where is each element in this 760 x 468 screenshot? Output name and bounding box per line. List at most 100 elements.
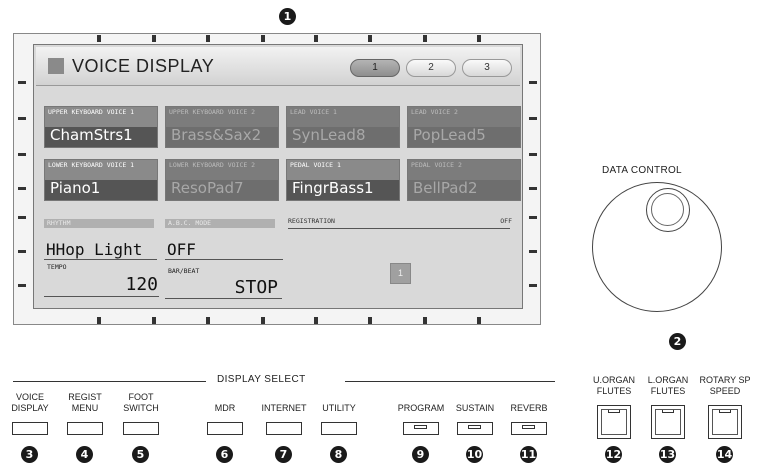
screen-title: VOICE DISPLAY xyxy=(72,56,215,76)
reverb-label: REVERB xyxy=(510,403,548,413)
voice-header: LEAD VOICE 1 xyxy=(287,107,399,127)
voice-name: ChamStrs1 xyxy=(50,126,133,144)
voice-pedal-1[interactable]: PEDAL VOICE 1 FingrBass1 xyxy=(286,159,400,201)
callout-reverb: 11 xyxy=(520,446,537,463)
registration-underline xyxy=(288,228,510,229)
frame-tick xyxy=(314,35,318,42)
bar-beat-value[interactable]: STOP xyxy=(204,277,278,298)
dial-finger-grip-icon[interactable] xyxy=(646,188,690,232)
frame-tick xyxy=(18,284,26,287)
reverb-button[interactable] xyxy=(511,422,547,435)
frame-tick xyxy=(152,317,156,324)
mdr-button[interactable] xyxy=(207,422,243,435)
voice-name: SynLead8 xyxy=(292,126,366,144)
page-tab-3[interactable]: 3 xyxy=(462,59,512,77)
frame-tick xyxy=(18,117,26,120)
lcd-screen: VOICE DISPLAY 1 2 3 UPPER KEYBOARD VOICE… xyxy=(33,44,523,309)
frame-tick xyxy=(18,153,26,156)
page-tab-1[interactable]: 1 xyxy=(350,59,400,77)
tempo-underline xyxy=(44,296,159,297)
frame-tick xyxy=(18,250,26,253)
frame-tick xyxy=(261,35,265,42)
frame-tick xyxy=(368,317,372,324)
abc-mode-label: A.B.C. MODE xyxy=(165,219,275,228)
voice-name: Brass&Sax2 xyxy=(171,126,262,144)
display-select-rule-right xyxy=(345,381,555,382)
regist-menu-button[interactable] xyxy=(67,422,103,435)
callout-l-organ-flutes: 13 xyxy=(659,446,676,463)
voice-header: UPPER KEYBOARD VOICE 2 xyxy=(166,107,278,127)
screen-titlebar: VOICE DISPLAY 1 2 3 xyxy=(36,47,520,86)
lamp-indicator-icon xyxy=(522,425,535,429)
voice-name: FingrBass1 xyxy=(292,179,374,197)
registration-value[interactable]: OFF xyxy=(500,217,512,225)
voice-display-button[interactable] xyxy=(12,422,48,435)
voice-lower-1[interactable]: LOWER KEYBOARD VOICE 1 Piano1 xyxy=(44,159,158,201)
voice-header: LEAD VOICE 2 xyxy=(408,107,520,127)
foot-switch-label: FOOT SWITCH xyxy=(123,392,159,413)
page-tab-2[interactable]: 2 xyxy=(406,59,456,77)
callout-data-control: 2 xyxy=(669,333,686,350)
bar-beat-underline xyxy=(165,298,282,299)
frame-tick xyxy=(261,317,265,324)
data-control-label: DATA CONTROL xyxy=(602,165,682,176)
frame-tick xyxy=(152,35,156,42)
voice-pedal-2[interactable]: PEDAL VOICE 2 BellPad2 xyxy=(407,159,521,201)
tempo-label: TEMPO xyxy=(47,263,67,271)
voice-header: PEDAL VOICE 1 xyxy=(287,160,399,180)
display-select-label: DISPLAY SELECT xyxy=(217,374,306,385)
frame-tick xyxy=(529,153,537,156)
frame-tick xyxy=(529,284,537,287)
lamp-indicator-icon xyxy=(662,409,674,413)
rhythm-label: RHYTHM xyxy=(44,219,154,228)
voice-name: BellPad2 xyxy=(413,179,478,197)
utility-button[interactable] xyxy=(321,422,357,435)
voice-name: ResoPad7 xyxy=(171,179,244,197)
frame-tick xyxy=(477,317,481,324)
rhythm-value[interactable]: HHop Light xyxy=(46,240,142,259)
u-organ-flutes-button[interactable] xyxy=(597,405,631,439)
callout-regist-menu: 4 xyxy=(76,446,93,463)
frame-tick xyxy=(529,117,537,120)
frame-tick xyxy=(18,216,26,219)
rhythm-underline xyxy=(44,259,157,260)
frame-tick xyxy=(206,35,210,42)
callout-mdr: 6 xyxy=(216,446,233,463)
tempo-value[interactable]: 120 xyxy=(94,274,158,295)
bar-beat-label: BAR/BEAT xyxy=(168,267,200,275)
abc-mode-value[interactable]: OFF xyxy=(167,240,196,259)
frame-tick xyxy=(529,250,537,253)
sustain-button[interactable] xyxy=(457,422,493,435)
foot-switch-button[interactable] xyxy=(123,422,159,435)
voice-lead-1[interactable]: LEAD VOICE 1 SynLead8 xyxy=(286,106,400,148)
voice-header: LOWER KEYBOARD VOICE 1 xyxy=(45,160,157,180)
frame-tick xyxy=(206,317,210,324)
callout-display: 1 xyxy=(279,8,296,25)
program-button[interactable] xyxy=(403,422,439,435)
voice-lower-2[interactable]: LOWER KEYBOARD VOICE 2 ResoPad7 xyxy=(165,159,279,201)
registration-label: REGISTRATION xyxy=(288,217,335,225)
rotary-sp-speed-button[interactable] xyxy=(708,405,742,439)
voice-name: PopLead5 xyxy=(413,126,486,144)
frame-tick xyxy=(97,317,101,324)
voice-header: UPPER KEYBOARD VOICE 1 xyxy=(45,107,157,127)
frame-tick xyxy=(97,35,101,42)
frame-tick xyxy=(18,81,26,84)
frame-tick xyxy=(423,35,427,42)
voice-header: LOWER KEYBOARD VOICE 2 xyxy=(166,160,278,180)
voice-upper-2[interactable]: UPPER KEYBOARD VOICE 2 Brass&Sax2 xyxy=(165,106,279,148)
abc-mode-underline xyxy=(165,259,283,260)
voice-lead-2[interactable]: LEAD VOICE 2 PopLead5 xyxy=(407,106,521,148)
registration-bank-indicator: 1 xyxy=(390,263,411,284)
callout-foot-switch: 5 xyxy=(132,446,149,463)
frame-tick xyxy=(18,187,26,190)
rotary-sp-speed-label: ROTARY SP SPEED xyxy=(699,375,751,396)
voice-upper-1[interactable]: UPPER KEYBOARD VOICE 1 ChamStrs1 xyxy=(44,106,158,148)
l-organ-flutes-button[interactable] xyxy=(651,405,685,439)
internet-button[interactable] xyxy=(266,422,302,435)
utility-label: UTILITY xyxy=(322,403,356,413)
callout-internet: 7 xyxy=(275,446,292,463)
callout-sustain: 10 xyxy=(466,446,483,463)
voice-header: PEDAL VOICE 2 xyxy=(408,160,520,180)
frame-tick xyxy=(529,187,537,190)
